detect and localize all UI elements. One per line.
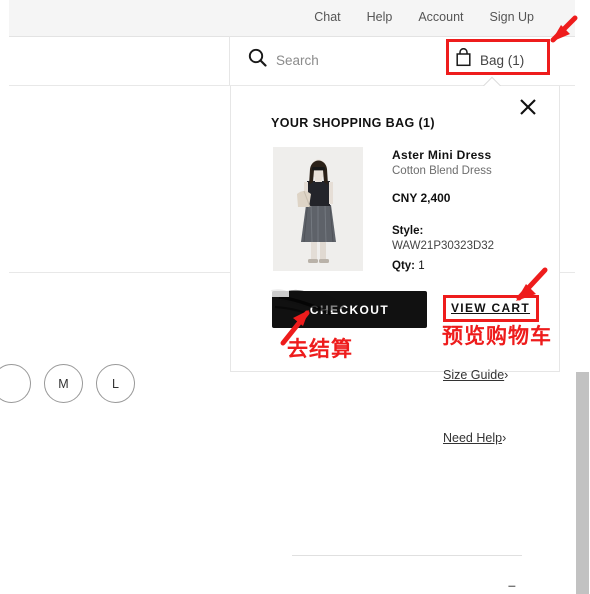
search-box[interactable]: Search — [248, 48, 319, 72]
footer-divider — [292, 555, 522, 556]
size-guide-link[interactable]: Size Guide› — [443, 368, 508, 382]
annotation-checkout-chinese: 去结算 — [287, 337, 353, 361]
bag-item-details: Aster Mini Dress Cotton Blend Dress CNY … — [392, 148, 552, 272]
bag-item-subtitle: Cotton Blend Dress — [392, 165, 492, 177]
arrow-to-bag-button — [550, 15, 578, 43]
qty-value: 1 — [418, 260, 425, 272]
nav-chat[interactable]: Chat — [314, 10, 340, 24]
qty-label: Qty: — [392, 260, 415, 272]
bag-item-price: CNY 2,400 — [392, 191, 451, 205]
header-divider — [9, 36, 590, 37]
page-scrollbar-track[interactable] — [575, 0, 590, 594]
size-selector: M L — [0, 364, 135, 403]
size-chip-m[interactable]: M — [44, 364, 83, 403]
size-chip-s-partial[interactable] — [0, 364, 31, 403]
search-icon — [248, 48, 267, 72]
bag-item-style-label: Style: — [392, 225, 424, 237]
need-help-link[interactable]: Need Help› — [443, 431, 506, 445]
size-chip-l[interactable]: L — [96, 364, 135, 403]
nav-help[interactable]: Help — [367, 10, 393, 24]
chevron-right-icon: › — [502, 431, 507, 445]
size-guide-label: Size Guide — [443, 368, 505, 382]
chevron-right-icon: › — [504, 368, 509, 382]
need-help-label: Need Help — [443, 431, 503, 445]
utility-nav: Chat Help Account Sign Up — [314, 10, 534, 24]
bag-item-name[interactable]: Aster Mini Dress — [392, 148, 552, 162]
header-vertical-divider — [229, 36, 230, 86]
nav-account[interactable]: Account — [418, 10, 463, 24]
product-thumbnail[interactable] — [273, 147, 363, 271]
page-scrollbar-thumb[interactable] — [576, 372, 589, 594]
close-icon[interactable] — [519, 98, 537, 116]
arrow-to-view-cart — [516, 267, 548, 301]
bag-panel-title: YOUR SHOPPING BAG (1) — [271, 116, 435, 130]
dash-mark: – — [508, 577, 516, 593]
annotation-view-cart-chinese: 预览购物车 — [442, 324, 552, 348]
search-input[interactable]: Search — [276, 53, 319, 68]
bag-item-style-value: WAW21P30323D32 — [392, 240, 495, 252]
